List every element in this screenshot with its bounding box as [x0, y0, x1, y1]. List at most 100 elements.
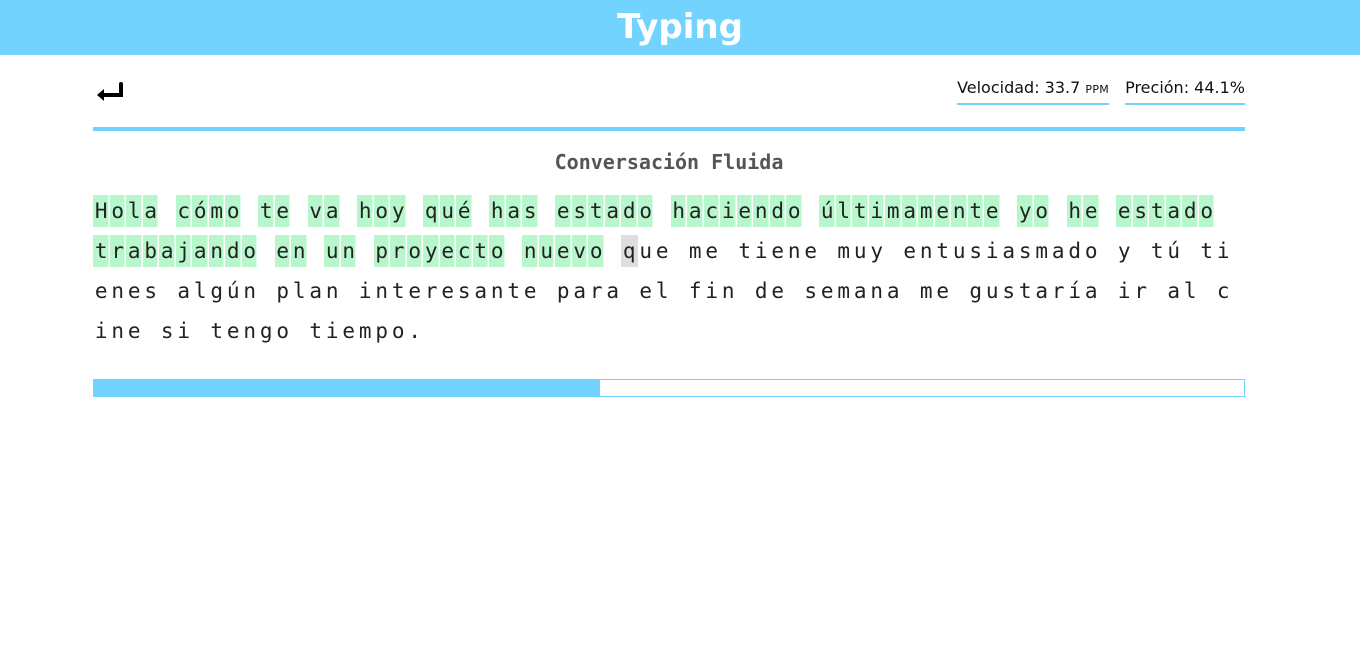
text-char: b — [142, 235, 159, 267]
text-char: n — [243, 319, 257, 343]
text-char — [1100, 195, 1117, 227]
text-char: l — [193, 279, 207, 303]
text-char — [1100, 235, 1117, 267]
text-char: a — [324, 195, 341, 227]
return-arrow-icon — [97, 82, 123, 101]
text-char: s — [160, 319, 174, 343]
text-char: o — [241, 235, 258, 267]
text-char — [506, 235, 523, 267]
text-char: c — [175, 195, 192, 227]
speed-value: Velocidad: 33.7 — [957, 78, 1081, 97]
text-char — [654, 195, 671, 227]
text-char: m — [1035, 239, 1049, 263]
text-char: s — [144, 279, 158, 303]
text-char: e — [441, 279, 455, 303]
text-char: o — [1084, 239, 1098, 263]
text-char: s — [969, 239, 983, 263]
text-char — [539, 275, 556, 307]
text-char: a — [853, 279, 867, 303]
text-char: u — [985, 279, 999, 303]
text-char: t — [507, 279, 521, 303]
text-char — [1215, 195, 1232, 227]
text-char: e — [274, 235, 291, 267]
text-char: a — [192, 235, 209, 267]
text-char: y — [390, 195, 407, 227]
text-char: e — [127, 319, 141, 343]
text-char: e — [1116, 195, 1133, 227]
text-char: o — [637, 195, 654, 227]
text-char: i — [705, 279, 719, 303]
text-char: a — [573, 279, 587, 303]
text-char: a — [505, 195, 522, 227]
text-char — [192, 315, 209, 347]
text-char: m — [688, 239, 702, 263]
text-char: h — [1066, 195, 1083, 227]
text-line: ine si tengo tiempo. — [93, 311, 1253, 351]
text-char: r — [390, 235, 407, 267]
text-char: n — [753, 195, 770, 227]
text-char: i — [177, 319, 191, 343]
text-char: i — [868, 195, 885, 227]
text-char — [605, 235, 622, 267]
text-char: e — [820, 279, 834, 303]
text-char: e — [639, 279, 653, 303]
text-char: e — [655, 239, 669, 263]
text-char: t — [936, 239, 950, 263]
text-char: e — [705, 239, 719, 263]
text-char: e — [127, 279, 141, 303]
text-char: p — [373, 235, 390, 267]
text-char: m — [837, 279, 851, 303]
text-char: o — [406, 235, 423, 267]
text-char: e — [736, 195, 753, 227]
text-char: d — [769, 195, 786, 227]
text-char: y — [1017, 195, 1034, 227]
text-char: r — [424, 279, 438, 303]
text-char: o — [1033, 195, 1050, 227]
text-char: d — [621, 195, 638, 227]
text-char — [1182, 235, 1199, 267]
text-char — [341, 195, 358, 227]
text-char — [291, 315, 308, 347]
text-char: l — [126, 195, 143, 227]
stats-bar: Velocidad: 33.7 PPM Preción: 44.1% — [957, 75, 1245, 105]
text-char: e — [555, 235, 572, 267]
back-button[interactable] — [94, 78, 126, 106]
text-char: o — [1198, 195, 1215, 227]
text-char: e — [936, 279, 950, 303]
text-char — [258, 235, 275, 267]
text-char: t — [309, 319, 323, 343]
text-char: t — [210, 319, 224, 343]
text-char: n — [522, 235, 539, 267]
text-char: n — [208, 235, 225, 267]
text-char: s — [1132, 195, 1149, 227]
text-char: s — [1018, 239, 1032, 263]
text-char: a — [901, 195, 918, 227]
text-char: e — [934, 195, 951, 227]
text-char: a — [687, 195, 704, 227]
text-char: e — [274, 195, 291, 227]
text-char: a — [886, 279, 900, 303]
text-char: t — [258, 195, 275, 227]
text-char: e — [342, 319, 356, 343]
typing-text-area[interactable]: Hola cómo te va hoy qué has estado hacie… — [93, 191, 1253, 351]
text-char: n — [325, 279, 339, 303]
text-char: n — [111, 279, 125, 303]
text-char: r — [589, 279, 603, 303]
text-char: t — [1200, 239, 1214, 263]
text-char: l — [292, 279, 306, 303]
text-char — [539, 195, 556, 227]
text-line: enes algún plan interesante para el fin … — [93, 271, 1253, 311]
text-char: u — [324, 235, 341, 267]
text-char: e — [439, 235, 456, 267]
text-char — [1001, 195, 1018, 227]
speed-stat: Velocidad: 33.7 PPM — [957, 75, 1110, 105]
text-char: h — [357, 195, 374, 227]
text-char — [308, 235, 325, 267]
text-char: v — [307, 195, 324, 227]
accuracy-stat: Preción: 44.1% — [1125, 75, 1245, 105]
text-char: a — [1167, 279, 1181, 303]
text-char — [819, 235, 836, 267]
text-char: . — [408, 319, 422, 343]
text-char: t — [967, 195, 984, 227]
text-char: m — [837, 239, 851, 263]
